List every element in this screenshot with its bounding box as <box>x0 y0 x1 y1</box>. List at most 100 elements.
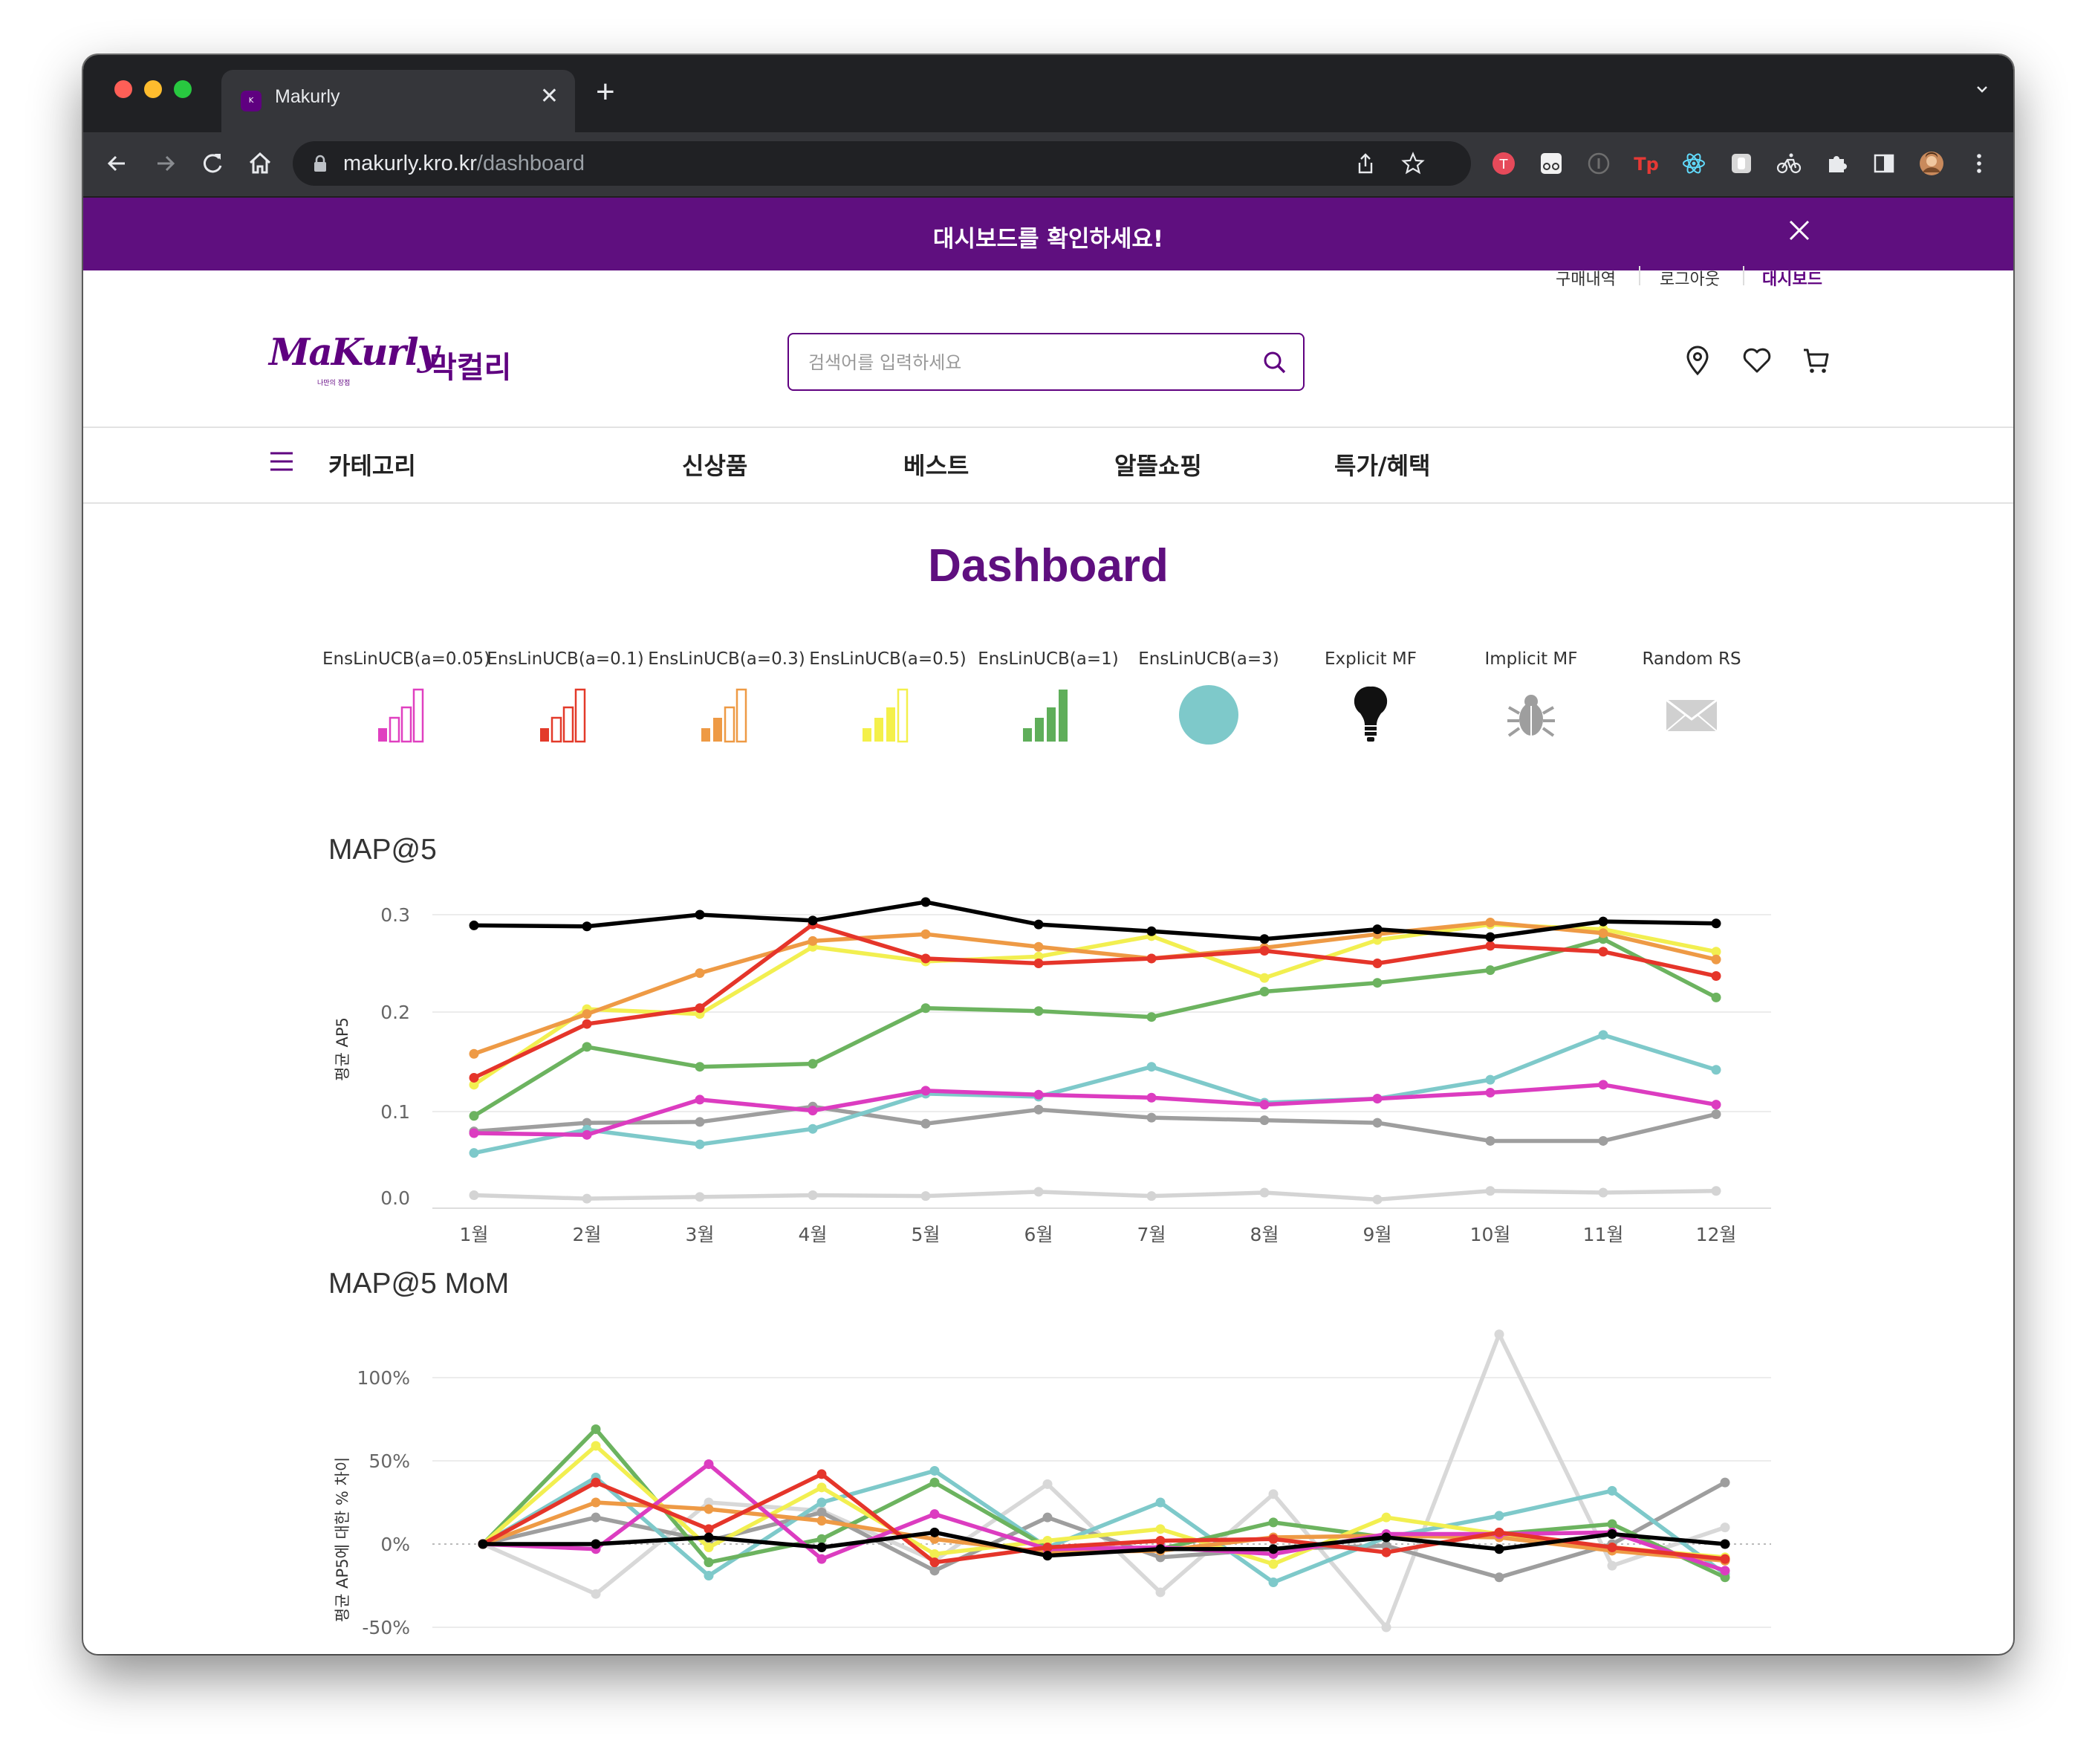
x-tick-label: 4월 <box>799 1224 828 1245</box>
data-point <box>1598 928 1608 938</box>
data-point <box>582 1193 592 1204</box>
data-point <box>929 1477 940 1488</box>
data-point <box>469 1072 479 1083</box>
y-tick-label: 0.2 <box>380 1002 410 1023</box>
data-point <box>929 1527 940 1537</box>
data-point <box>1598 916 1608 927</box>
data-point <box>1155 1524 1166 1534</box>
data-point <box>1146 1012 1157 1022</box>
browser-window: K Makurly ✕ + makurly.kro.kr/dashboard T… <box>83 55 2013 1654</box>
data-point <box>1042 1551 1053 1561</box>
y-tick-label: 0.3 <box>380 904 410 926</box>
data-point <box>1155 1497 1166 1508</box>
data-point <box>816 1507 827 1517</box>
data-point <box>808 1059 818 1069</box>
data-point <box>591 1477 601 1488</box>
data-point <box>816 1497 827 1508</box>
data-point <box>1598 1030 1608 1040</box>
data-point <box>1494 1572 1504 1583</box>
data-point <box>1598 947 1608 957</box>
data-point <box>1711 918 1721 929</box>
data-point <box>1607 1560 1617 1571</box>
data-point <box>1146 1191 1157 1202</box>
data-point <box>1042 1479 1053 1489</box>
data-point <box>929 1465 940 1476</box>
data-point <box>1485 1135 1495 1146</box>
data-point <box>704 1532 714 1543</box>
data-point <box>920 953 931 964</box>
data-point <box>1494 1511 1504 1521</box>
data-point <box>1607 1542 1617 1552</box>
data-point <box>1598 1135 1608 1146</box>
series-line <box>473 900 1717 941</box>
data-point <box>808 1123 818 1134</box>
data-point <box>469 1148 479 1158</box>
charts-canvas: 0.0 0.1 0.2 0.3 평균 AP5 1월 2월 3월 4월 5월 6월 7월 8월 9월 10월 1… <box>334 897 1771 1638</box>
data-point <box>695 968 705 979</box>
data-point <box>582 1129 592 1140</box>
data-point <box>1146 1112 1157 1123</box>
data-point <box>1607 1529 1617 1540</box>
data-point <box>1259 986 1270 996</box>
data-point <box>469 920 479 930</box>
y-axis-label: 평균 AP5에 대한 % 차이 <box>334 1457 351 1622</box>
data-point <box>808 1190 818 1201</box>
data-point <box>1485 917 1495 927</box>
data-point <box>1146 926 1157 936</box>
data-point <box>1033 1089 1044 1100</box>
data-point <box>1381 1622 1391 1632</box>
data-point <box>1033 1006 1044 1016</box>
data-point <box>695 1192 705 1202</box>
data-point <box>1494 1329 1504 1340</box>
data-point <box>1146 1092 1157 1103</box>
data-point <box>1485 1088 1495 1098</box>
data-point <box>469 1111 479 1121</box>
data-point <box>1485 965 1495 976</box>
data-point <box>1607 1485 1617 1496</box>
data-point <box>929 1566 940 1576</box>
data-point <box>1711 1186 1721 1196</box>
data-point <box>1381 1547 1391 1557</box>
y-tick-label: 50% <box>368 1450 410 1472</box>
data-point <box>1259 945 1270 956</box>
data-point <box>816 1516 827 1526</box>
series-line <box>473 1188 1717 1202</box>
x-tick-label: 6월 <box>1024 1224 1053 1245</box>
x-tick-label: 1월 <box>460 1224 489 1245</box>
data-point <box>1259 934 1270 944</box>
data-point <box>1372 959 1383 968</box>
data-point <box>1033 941 1044 952</box>
data-point <box>469 1048 479 1059</box>
data-point <box>1711 1109 1721 1119</box>
data-point <box>1372 978 1383 988</box>
data-point <box>1720 1477 1730 1488</box>
data-point <box>582 921 592 932</box>
data-point <box>704 1504 714 1514</box>
data-point <box>1042 1542 1053 1552</box>
data-point <box>704 1571 714 1581</box>
series-line <box>473 920 1717 1056</box>
data-point <box>920 929 931 939</box>
data-point <box>816 1554 827 1564</box>
x-tick-label: 2월 <box>573 1224 602 1245</box>
data-point <box>1033 959 1044 968</box>
y-tick-label: 0.1 <box>380 1101 410 1123</box>
data-point <box>1155 1587 1166 1598</box>
data-point <box>1033 919 1044 930</box>
data-point <box>1485 941 1495 951</box>
data-point <box>591 1441 601 1451</box>
data-point <box>582 1042 592 1052</box>
data-point <box>1711 971 1721 982</box>
data-point <box>695 1095 705 1105</box>
data-point <box>1711 954 1721 964</box>
data-point <box>1268 1517 1279 1528</box>
data-point <box>1146 1062 1157 1072</box>
data-point <box>816 1469 827 1479</box>
data-point <box>469 1190 479 1201</box>
data-point <box>1720 1539 1730 1549</box>
data-point <box>1720 1523 1730 1533</box>
data-point <box>591 1424 601 1434</box>
data-point <box>695 909 705 920</box>
data-point <box>1485 1186 1495 1196</box>
data-point <box>920 897 931 907</box>
